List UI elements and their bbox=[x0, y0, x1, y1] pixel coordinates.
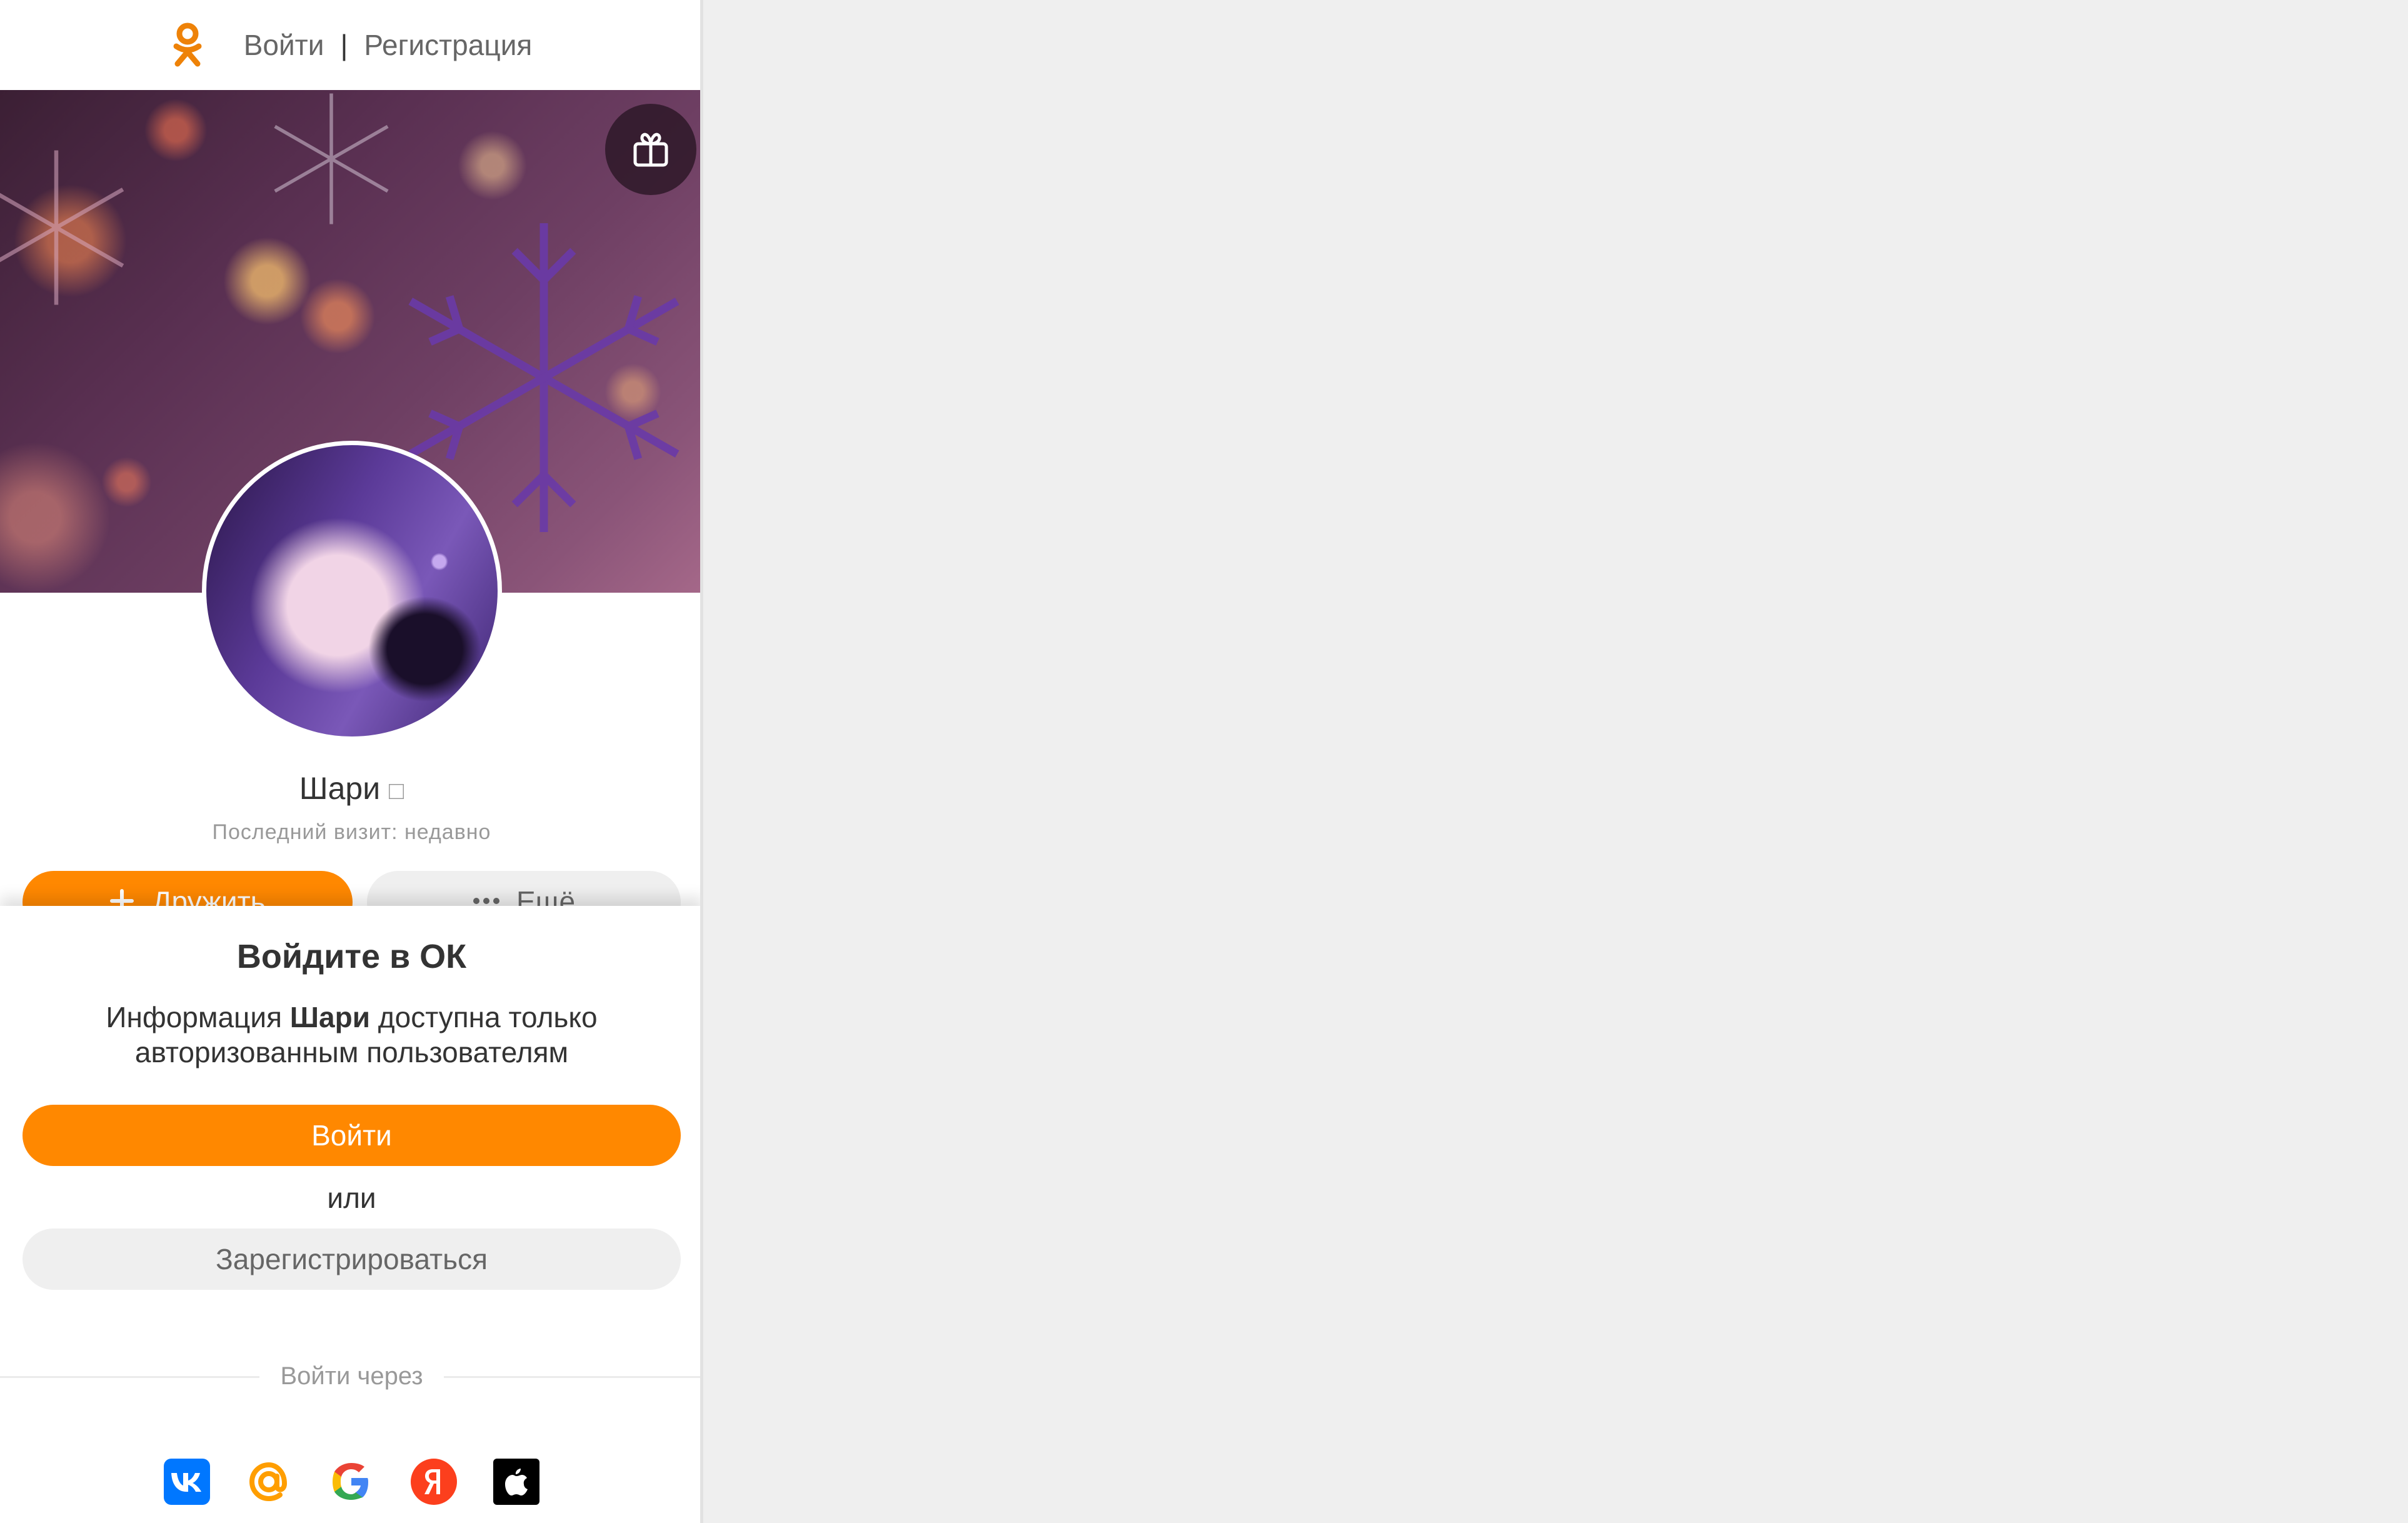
top-header: Войти | Регистрация bbox=[0, 0, 700, 90]
login-sheet-title: Войдите в ОК bbox=[236, 938, 467, 975]
mail-ru-icon[interactable] bbox=[246, 1459, 292, 1505]
header-register-link[interactable]: Регистрация bbox=[364, 28, 532, 62]
profile-avatar[interactable] bbox=[202, 441, 502, 741]
apple-icon[interactable] bbox=[493, 1459, 539, 1505]
snowflake-decoration bbox=[0, 150, 124, 305]
google-glyph bbox=[333, 1463, 368, 1500]
profile-name-text: Шари bbox=[299, 771, 381, 806]
gift-button[interactable] bbox=[605, 104, 696, 195]
at-glyph bbox=[249, 1462, 288, 1502]
register-button[interactable]: Зарегистрироваться bbox=[23, 1229, 681, 1290]
login-sheet: Войдите в ОК Информация Шари доступна то… bbox=[0, 906, 700, 1523]
profile-panel: Войти | Регистрация Шари □ Последний виз… bbox=[0, 0, 703, 1523]
login-button[interactable]: Войти bbox=[23, 1105, 681, 1166]
or-divider-text: или bbox=[327, 1182, 376, 1214]
desc-name: Шари bbox=[289, 1001, 370, 1033]
header-login-link[interactable]: Войти bbox=[244, 28, 324, 62]
yandex-glyph bbox=[424, 1469, 440, 1494]
ok-logo-icon[interactable] bbox=[171, 23, 204, 68]
vk-glyph bbox=[171, 1473, 201, 1492]
login-via-label: Войти через bbox=[280, 1362, 423, 1390]
gift-icon bbox=[633, 133, 668, 167]
apple-glyph bbox=[505, 1469, 528, 1495]
desc-before: Информация bbox=[106, 1001, 283, 1033]
login-sheet-description: Информация Шари доступна только авторизо… bbox=[63, 1000, 641, 1070]
snowflake-decoration bbox=[274, 93, 389, 224]
vk-icon[interactable] bbox=[164, 1459, 210, 1505]
profile-name-suffix: □ bbox=[389, 777, 404, 805]
last-visit-status: Последний визит: недавно bbox=[212, 820, 491, 844]
yandex-icon[interactable] bbox=[411, 1459, 457, 1505]
profile-name: Шари □ bbox=[0, 770, 700, 807]
header-separator: | bbox=[340, 29, 348, 61]
google-icon[interactable] bbox=[328, 1459, 374, 1505]
